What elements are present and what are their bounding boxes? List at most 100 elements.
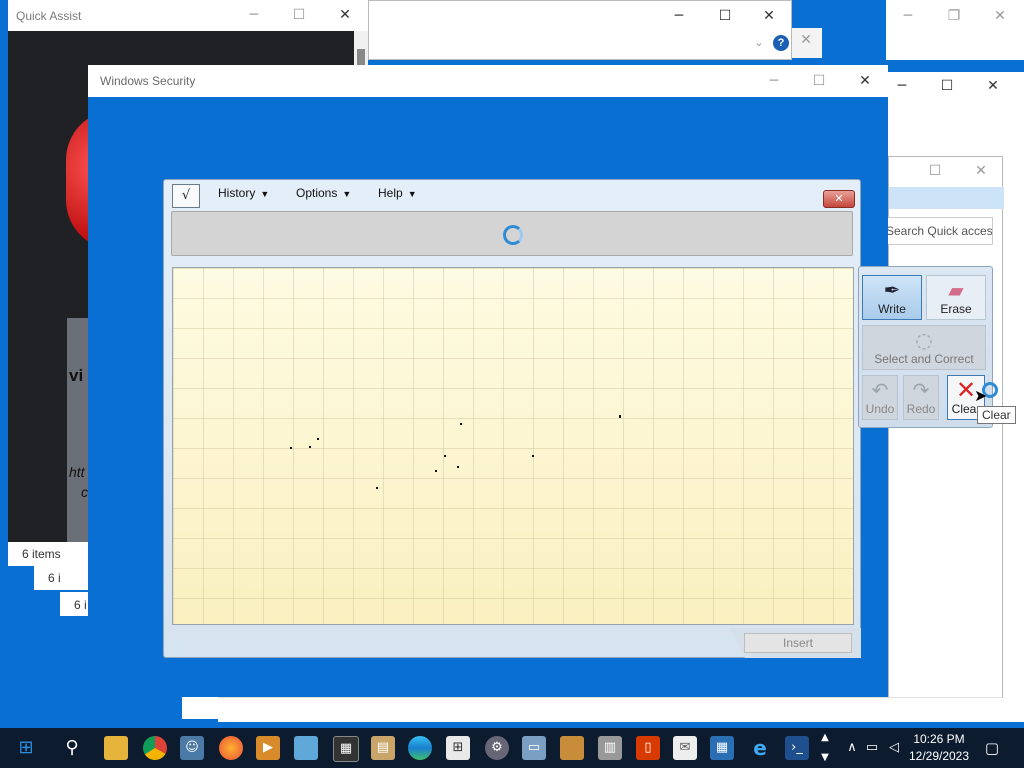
settings-gear-icon[interactable]: ⚙ [485,736,509,760]
ink-dot [317,438,319,440]
maximize-icon[interactable]: ☐ [933,74,961,98]
notifications-icon[interactable]: ▢ [980,736,1004,760]
menu-help[interactable]: Help ▼ [378,186,417,200]
maximize-icon[interactable]: ☐ [805,69,833,93]
calendar-icon[interactable]: ▤ [371,736,395,760]
ink-dot [444,455,446,457]
background-window-1: ─ ☐ ✕ ⌄ ? [368,0,792,60]
window-title: Windows Security [100,74,196,88]
erase-button[interactable]: ▰ Erase [926,275,986,320]
maximize-icon[interactable]: ☐ [711,4,739,28]
loading-spinner-icon [503,225,523,245]
ink-dot [619,415,621,418]
taskbar: ⊞ ⚲ ☺ ▶ ▦ ▤ ⊞ ⚙ ▭ ▥ ▯ ✉ ▦ e ›_ ▲ ▼ ∧ ▭ ◁… [0,728,1024,768]
close-icon[interactable]: ✕ [755,4,783,28]
quick-assist-titlebar: Quick Assist ─ ☐ ✕ [8,0,368,31]
lasso-icon: ◌ [915,328,933,352]
insert-button[interactable]: Insert [744,633,852,653]
math-input-logo-icon: √ [172,184,200,208]
pen-icon: ✒ [883,278,901,302]
ink-dot [309,446,311,448]
clock-date[interactable]: 12/29/2023 [906,749,972,763]
explorer-status-2: 6 i [34,566,88,590]
taskbar-scroll-up-icon[interactable]: ▲ [818,728,832,748]
people-icon[interactable]: ☺ [180,736,204,760]
image-viewer-icon[interactable] [294,736,318,760]
tooltip: Clear [977,406,1016,424]
dropdown-arrow-icon: ▼ [342,189,352,199]
ie-icon[interactable]: e [748,736,772,760]
ink-dot [290,447,292,449]
explorer-status-3: 6 i [60,592,88,616]
file-explorer-window: ☐ ✕ Search Quick access [885,156,1004,722]
partial-text: vi [69,366,84,385]
close-button[interactable]: ✕ [823,190,855,208]
remote-desktop-icon[interactable]: ▭ [522,736,546,760]
minimize-icon[interactable]: ─ [665,4,693,28]
window-title: Quick Assist [16,9,82,23]
close-icon[interactable]: ✕ [792,28,820,52]
ink-dot [532,455,534,457]
background-window-edge [182,697,218,719]
writing-pad[interactable] [172,267,854,625]
network-status-icon[interactable]: ▭ [860,736,884,760]
server-manager-icon[interactable]: ▥ [598,736,622,760]
preview-area [171,211,853,256]
close-icon[interactable]: ✕ [986,4,1014,28]
store-icon[interactable]: ⊞ [446,736,470,760]
firefox-icon[interactable] [219,736,243,760]
ink-dot [460,423,462,425]
undo-icon: ↶ [871,378,889,402]
menu-options[interactable]: Options ▼ [296,186,351,200]
powershell-icon[interactable]: ›_ [785,736,809,760]
background-window-2: ✕ [792,28,822,58]
edge-icon[interactable] [408,736,432,760]
ink-dot [457,466,459,468]
utility-icon[interactable] [560,736,584,760]
mail-icon[interactable]: ✉ [673,736,697,760]
file-explorer-icon[interactable] [104,736,128,760]
search-icon[interactable]: ⚲ [60,736,84,760]
media-icon[interactable]: ▶ [256,736,280,760]
close-icon[interactable]: ✕ [967,159,995,183]
close-icon[interactable]: ✕ [979,74,1007,98]
network-icon[interactable]: ▦ [710,736,734,760]
background-window-3: ─ ❐ ✕ [886,0,1024,60]
calculator-icon[interactable]: ▦ [333,736,359,762]
taskbar-scroll-down-icon[interactable]: ▼ [818,748,832,768]
math-input-panel: √ History ▼ Options ▼ Help ▼ ✕ Insert [163,179,861,658]
windows-security-titlebar: Windows Security ─ ☐ ✕ [88,65,888,97]
start-icon[interactable]: ⊞ [14,736,38,760]
minimize-icon[interactable]: ─ [240,3,268,27]
select-and-correct-button[interactable]: ◌ Select and Correct [862,325,986,370]
chevron-down-icon[interactable]: ⌄ [745,31,773,55]
clock-time[interactable]: 10:26 PM [906,732,972,746]
ribbon-bar [889,187,1004,209]
office-icon[interactable]: ▯ [636,736,660,760]
write-button[interactable]: ✒ Write [862,275,922,320]
partial-link-2: c [81,484,88,500]
ink-dot [376,487,378,489]
search-input[interactable]: Search Quick access [885,217,993,245]
dropdown-arrow-icon: ▼ [260,189,270,199]
redo-button[interactable]: ↷ Redo [903,375,939,420]
maximize-icon[interactable]: ☐ [921,159,949,183]
tool-panel: ✒ Write ▰ Erase ◌ Select and Correct ↶ U… [858,266,993,428]
undo-button[interactable]: ↶ Undo [862,375,898,420]
dropdown-arrow-icon: ▼ [407,189,417,199]
maximize-icon[interactable]: ☐ [285,3,313,27]
close-icon[interactable]: ✕ [331,3,359,27]
menu-history[interactable]: History ▼ [218,186,269,200]
redo-icon: ↷ [912,378,930,402]
close-icon[interactable]: ✕ [851,69,879,93]
restore-icon[interactable]: ❐ [940,4,968,28]
background-window-edge-2 [218,697,1004,722]
help-icon[interactable]: ? [773,35,789,51]
eraser-icon: ▰ [948,278,964,302]
partial-link: htt [69,464,85,480]
minimize-icon[interactable]: ─ [888,74,916,98]
minimize-icon[interactable]: ─ [760,69,788,93]
volume-muted-icon[interactable]: ◁ [882,736,906,760]
chrome-icon[interactable] [143,736,167,760]
minimize-icon[interactable]: ─ [894,4,922,28]
